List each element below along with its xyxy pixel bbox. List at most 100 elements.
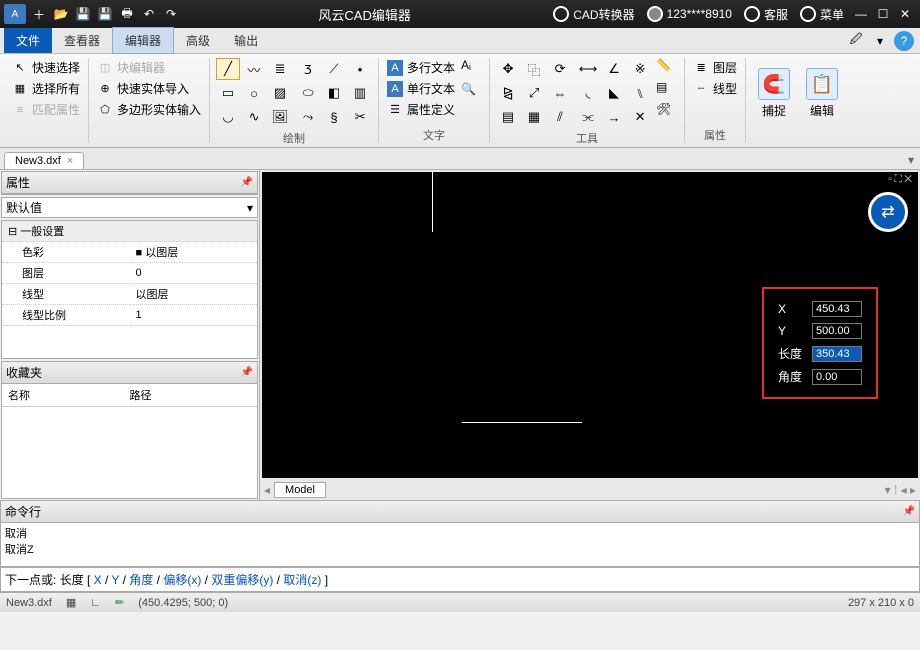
lines-tool[interactable]: ≣ bbox=[268, 58, 292, 80]
default-dropdown[interactable]: 默认值▾ bbox=[1, 197, 258, 218]
poly-entity-button[interactable]: ⬠多边形实体输入 bbox=[95, 100, 203, 119]
opt-cancel[interactable]: 取消(z) bbox=[283, 573, 321, 587]
chamfer-tool[interactable]: ◣ bbox=[602, 82, 626, 104]
model-tab[interactable]: Model bbox=[274, 482, 326, 498]
opt-x[interactable]: X bbox=[94, 573, 102, 587]
redo-icon[interactable]: ↷ bbox=[160, 4, 182, 24]
text-style-icon[interactable]: Aᵢ bbox=[461, 58, 483, 78]
helix-tool[interactable]: § bbox=[322, 106, 346, 128]
support-link[interactable]: 客服 bbox=[744, 6, 788, 23]
drawing-canvas[interactable]: ▫ ⛶ ✕ ⇄ X Y 长度 角度 bbox=[262, 172, 918, 478]
converter-link[interactable]: CAD转换器 bbox=[553, 6, 634, 23]
saveas-icon[interactable]: 💾 bbox=[94, 4, 116, 24]
erase-tool[interactable]: ✕ bbox=[628, 106, 652, 128]
arc-tool[interactable]: ◡ bbox=[216, 106, 240, 128]
new-icon[interactable]: ＋ bbox=[28, 4, 50, 24]
move-tool[interactable]: ✥ bbox=[496, 58, 520, 80]
copy-tool[interactable]: ⿻ bbox=[522, 58, 546, 80]
scale-tool[interactable]: ⤢ bbox=[522, 82, 546, 104]
mirror-tool[interactable]: ⧎ bbox=[496, 82, 520, 104]
coord-x-input[interactable] bbox=[812, 301, 862, 317]
array-tool[interactable]: ▦ bbox=[522, 106, 546, 128]
curve-tool[interactable]: ⤳ bbox=[296, 106, 320, 128]
circle-tool[interactable]: ○ bbox=[242, 82, 266, 104]
general-section[interactable]: ⊟ 一般设置 bbox=[2, 221, 257, 242]
props-tool[interactable]: 🛠 bbox=[656, 102, 678, 122]
dim-linear-tool[interactable]: ⟷ bbox=[576, 58, 600, 80]
snap-button[interactable]: 🧲捕捉 bbox=[752, 58, 796, 129]
coord-len-input[interactable] bbox=[812, 346, 862, 362]
offset-tool[interactable]: ⫽ bbox=[548, 106, 572, 128]
edit-button[interactable]: 📋编辑 bbox=[800, 58, 844, 129]
opt-angle[interactable]: 角度 bbox=[129, 573, 153, 587]
tab-advanced[interactable]: 高级 bbox=[174, 28, 222, 53]
dropdown-icon[interactable]: ▾ bbox=[870, 31, 890, 51]
attrdef-button[interactable]: ☰属性定义 bbox=[385, 100, 457, 119]
minimize-button[interactable]: — bbox=[850, 4, 872, 24]
prop-row-color[interactable]: 色彩■ 以图层 bbox=[2, 242, 257, 263]
select-all-button[interactable]: ▦选择所有 bbox=[10, 79, 82, 98]
fillet-tool[interactable]: ◟ bbox=[576, 82, 600, 104]
linetype-button[interactable]: ┄线型 bbox=[691, 79, 739, 98]
help-icon[interactable]: ? bbox=[894, 31, 914, 51]
dim-angle-tool[interactable]: ∠ bbox=[602, 58, 626, 80]
image-tool[interactable]: 🖼 bbox=[268, 106, 292, 128]
close-button[interactable]: ✕ bbox=[894, 4, 916, 24]
layer-button[interactable]: ≣图层 bbox=[691, 58, 739, 77]
constraint-icon[interactable]: ⇄ bbox=[868, 192, 908, 232]
entity-import-button[interactable]: ⊕快速实体导入 bbox=[95, 79, 203, 98]
tab-editor[interactable]: 编辑器 bbox=[112, 27, 174, 54]
opt-offset[interactable]: 偏移(x) bbox=[163, 573, 201, 587]
break-tool[interactable]: ⑊ bbox=[628, 82, 652, 104]
opt-doffset[interactable]: 双重偏移(y) bbox=[211, 573, 273, 587]
maximize-button[interactable]: ☐ bbox=[872, 4, 894, 24]
prop-row-lscale[interactable]: 线型比例1 bbox=[2, 305, 257, 326]
cmd-input[interactable]: 下一点或: 长度 [ X / Y / 角度 / 偏移(x) / 双重偏移(y) … bbox=[0, 567, 920, 592]
tab-file[interactable]: 文件 bbox=[4, 28, 52, 53]
prev-tab-icon[interactable]: ◂ bbox=[264, 483, 270, 497]
collapse-ribbon-icon[interactable]: ▾ bbox=[902, 151, 920, 169]
coord-ang-input[interactable] bbox=[812, 369, 862, 385]
save-icon[interactable]: 💾 bbox=[72, 4, 94, 24]
prop-row-layer[interactable]: 图层0 bbox=[2, 263, 257, 284]
mtext-button[interactable]: A多行文本 bbox=[385, 58, 457, 77]
open-icon[interactable]: 📂 bbox=[50, 4, 72, 24]
user-link[interactable]: 123****8910 bbox=[647, 6, 732, 22]
table-tool[interactable]: ▥ bbox=[348, 82, 372, 104]
grid-toggle-icon[interactable]: ▦ bbox=[66, 596, 76, 609]
tab-menu-icon[interactable]: ▾ ⁞ ◂ ▸ bbox=[885, 483, 916, 497]
rotate-tool[interactable]: ⟳ bbox=[548, 58, 572, 80]
align-tool[interactable]: ▤ bbox=[496, 106, 520, 128]
toolbar-options-icon[interactable]: 🖉 bbox=[846, 31, 866, 51]
tab-viewer[interactable]: 查看器 bbox=[52, 28, 112, 53]
pin-icon[interactable]: 📌 bbox=[241, 367, 253, 378]
opt-y[interactable]: Y bbox=[111, 573, 119, 587]
wave-tool[interactable]: ∿ bbox=[242, 106, 266, 128]
measure-tool[interactable]: 📏 bbox=[656, 58, 678, 78]
coord-y-input[interactable] bbox=[812, 323, 862, 339]
quick-select-button[interactable]: ↖快速选择 bbox=[10, 58, 82, 77]
point-tool[interactable]: • bbox=[348, 58, 372, 80]
menu-link[interactable]: 菜单 bbox=[800, 6, 844, 23]
polyline-tool[interactable]: Ⳅ bbox=[296, 58, 320, 80]
text-find-icon[interactable]: 🔍 bbox=[461, 82, 483, 102]
rect-tool[interactable]: ▭ bbox=[216, 82, 240, 104]
region-tool[interactable]: ◧ bbox=[322, 82, 346, 104]
prop-row-ltype[interactable]: 线型以图层 bbox=[2, 284, 257, 305]
file-tab[interactable]: New3.dxf× bbox=[4, 152, 84, 169]
extend-tool[interactable]: → bbox=[602, 106, 626, 128]
ellipse-tool[interactable]: ⬭ bbox=[296, 82, 320, 104]
line-tool[interactable]: ╱ bbox=[216, 58, 240, 80]
text-button[interactable]: A单行文本 bbox=[385, 79, 457, 98]
path-tool[interactable]: ⟋ bbox=[322, 58, 346, 80]
spline-tool[interactable]: 〰 bbox=[242, 58, 266, 80]
ortho-toggle-icon[interactable]: ∟ bbox=[90, 597, 101, 609]
pin-icon[interactable]: 📌 bbox=[903, 506, 915, 517]
pin-icon[interactable]: 📌 bbox=[241, 177, 253, 188]
trim-tool[interactable]: ✂ bbox=[348, 106, 372, 128]
canvas-controls[interactable]: ▫ ⛶ ✕ bbox=[888, 174, 912, 185]
tab-output[interactable]: 输出 bbox=[222, 28, 270, 53]
snap-toggle-icon[interactable]: ✏ bbox=[115, 596, 124, 609]
calc-tool[interactable]: ▤ bbox=[656, 80, 678, 100]
stretch-tool[interactable]: ⇔ bbox=[548, 82, 572, 104]
